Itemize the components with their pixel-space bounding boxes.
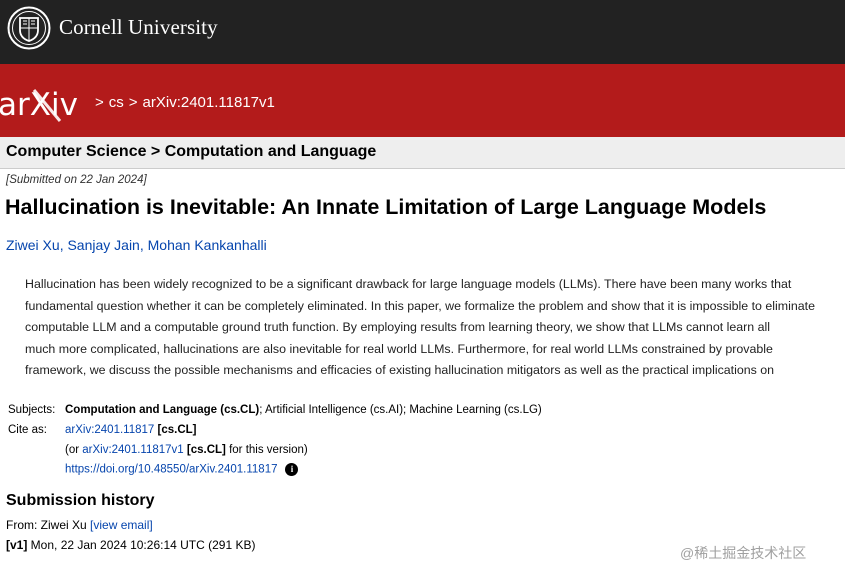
cite-tag: [cs.CL] — [157, 424, 197, 436]
version-details: Mon, 22 Jan 2024 10:26:14 UTC (291 KB) — [27, 538, 256, 552]
cornell-header: Cornell University — [0, 0, 845, 64]
arxiv-logo[interactable]: arXiv — [0, 84, 88, 124]
paper-title: Hallucination is Inevitable: An Innate L… — [5, 195, 767, 219]
author-link[interactable]: Mohan Kankanhalli — [148, 237, 267, 253]
abstract: Hallucination has been widely recognized… — [25, 274, 845, 382]
watermark: @稀土掘金技术社区 — [680, 545, 807, 561]
arxiv-logo-text: arXiv — [0, 87, 78, 123]
cite-value: arXiv:2401.11817 [cs.CL] — [65, 424, 197, 436]
author-link[interactable]: Sanjay Jain — [67, 237, 139, 253]
abstract-line: framework, we discuss the possible mecha… — [25, 363, 775, 377]
version-cite: (or arXiv:2401.11817v1 [cs.CL] for this … — [65, 444, 308, 456]
subjects-value: Computation and Language (cs.CL); Artifi… — [65, 404, 542, 416]
secondary-subjects: ; Artificial Intelligence (cs.AI); Machi… — [259, 404, 542, 416]
category-path: Computer Science > Computation and Langu… — [6, 143, 377, 160]
version-id-link[interactable]: arXiv:2401.11817v1 — [82, 444, 183, 456]
abstract-line: much more complicated, hallucinations ar… — [25, 341, 773, 356]
info-icon[interactable]: i — [285, 463, 299, 476]
author-link[interactable]: Ziwei Xu — [6, 237, 60, 253]
submitter-line: From: Ziwei Xu [view email] — [6, 518, 153, 532]
submission-history-title: Submission history — [6, 492, 155, 509]
breadcrumb-separator: > — [95, 94, 104, 111]
author-separator: , — [59, 237, 64, 253]
breadcrumb-item-cs[interactable]: cs — [109, 94, 124, 111]
submission-date: [Submitted on 22 Jan 2024] — [6, 174, 147, 186]
cite-id-link[interactable]: arXiv:2401.11817 — [65, 424, 154, 436]
category-header: Computer Science > Computation and Langu… — [0, 137, 845, 169]
doi-row: https://doi.org/10.48550/arXiv.2401.1181… — [65, 463, 299, 476]
breadcrumb: > cs > arXiv:2401.11817v1 — [90, 94, 275, 111]
abstract-line: Hallucination has been widely recognized… — [25, 277, 792, 291]
cite-label: Cite as: — [8, 424, 47, 436]
institution-name[interactable]: Cornell University — [59, 15, 218, 40]
version-label: [v1] — [6, 538, 28, 552]
version-suffix: for this version) — [225, 444, 308, 456]
breadcrumb-item-paper-id: arXiv:2401.11817v1 — [142, 94, 275, 111]
version-entry: [v1] Mon, 22 Jan 2024 10:26:14 UTC (291 … — [6, 538, 255, 552]
version-tag: [cs.CL] — [186, 444, 226, 456]
doi-link[interactable]: https://doi.org/10.48550/arXiv.2401.1181… — [65, 464, 277, 476]
abstract-line: computable LLM and a computable ground t… — [25, 320, 770, 334]
abstract-line: fundamental question whether it can be c… — [25, 298, 815, 313]
version-prefix: (or — [65, 444, 83, 456]
submitter-name: From: Ziwei Xu — [6, 518, 91, 532]
cornell-seal-icon[interactable] — [7, 6, 51, 50]
subjects-label: Subjects: — [8, 404, 56, 416]
view-email-link[interactable]: [view email] — [90, 518, 153, 532]
author-separator: , — [139, 237, 144, 253]
breadcrumb-separator: > — [128, 94, 138, 111]
author-list: Ziwei Xu, Sanjay Jain, Mohan Kankanhalli — [6, 237, 267, 253]
primary-subject: Computation and Language (cs.CL) — [65, 404, 260, 416]
